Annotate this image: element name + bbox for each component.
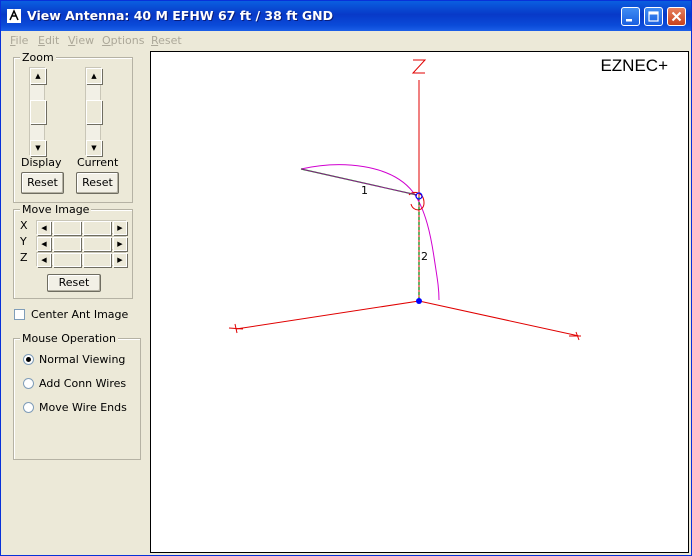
move-y-scrollbar[interactable]: ◀ ▶: [36, 236, 127, 251]
arrow-right-icon: ▶: [117, 256, 123, 264]
current-zoom-down-arrow[interactable]: ▼: [86, 140, 102, 156]
radio-move-wire-ends[interactable]: [23, 402, 34, 413]
mouse-operation-group-label: Mouse Operation: [20, 332, 118, 345]
menu-bar: File Edit View Options Reset: [1, 31, 691, 49]
menu-options-key: O: [102, 34, 111, 47]
move-image-group-label: Move Image: [20, 203, 92, 216]
current-zoom-label: Current: [77, 156, 119, 169]
arrow-right-icon: ▶: [117, 240, 123, 248]
move-z-left-arrow[interactable]: ◀: [37, 253, 51, 267]
display-zoom-reset-button[interactable]: Reset: [21, 172, 64, 194]
display-zoom-label: Display: [21, 156, 62, 169]
z-axis-label: [411, 59, 427, 74]
center-ant-image-checkbox[interactable]: [14, 309, 25, 320]
arrow-left-icon: ◀: [41, 240, 47, 248]
menu-options[interactable]: Options: [102, 34, 144, 47]
ground-point: [416, 298, 422, 304]
center-ant-image-label[interactable]: Center Ant Image: [31, 308, 128, 321]
wire-2-label: 2: [421, 250, 428, 263]
mouse-operation-group: Mouse Operation Normal Viewing Add Conn …: [13, 332, 141, 460]
move-x-label: X: [20, 219, 28, 232]
antenna-app-icon: [7, 9, 21, 23]
arrow-down-icon: ▼: [91, 144, 97, 152]
radio-add-conn-wires[interactable]: [23, 378, 34, 389]
move-z-scrollbar[interactable]: ◀ ▶: [36, 252, 127, 267]
move-y-left-arrow[interactable]: ◀: [37, 237, 51, 251]
menu-reset-rest: eset: [158, 34, 182, 47]
display-zoom-scrollbar[interactable]: ▲ ▼: [29, 67, 46, 156]
move-z-thumb-right[interactable]: [83, 253, 111, 267]
move-x-right-arrow[interactable]: ▶: [113, 221, 127, 235]
move-y-right-arrow[interactable]: ▶: [113, 237, 127, 251]
move-y-thumb[interactable]: [53, 237, 81, 251]
menu-reset[interactable]: Reset: [151, 34, 182, 47]
x-axis-left-label: [228, 323, 244, 334]
move-y-thumb-right[interactable]: [83, 237, 111, 251]
antenna-drawing: [228, 59, 581, 341]
minimize-button[interactable]: [621, 7, 640, 26]
arrow-up-icon: ▲: [35, 72, 41, 80]
move-x-thumb-right[interactable]: [83, 221, 111, 235]
move-image-group: Move Image X ◀ ▶ Y ◀ ▶ Z ◀ ▶ Reset: [13, 203, 133, 299]
menu-edit[interactable]: Edit: [38, 34, 59, 47]
antenna-view-canvas[interactable]: EZNEC+ 1 2: [150, 51, 689, 553]
move-x-left-arrow[interactable]: ◀: [37, 221, 51, 235]
move-x-scrollbar[interactable]: ◀ ▶: [36, 220, 127, 235]
maximize-icon: [648, 11, 659, 22]
y-axis-right: [418, 300, 580, 337]
close-icon: [671, 11, 682, 22]
wire-1-segment: [300, 168, 418, 196]
menu-options-rest: ptions: [110, 34, 145, 47]
menu-edit-key: E: [38, 34, 45, 47]
current-zoom-reset-button[interactable]: Reset: [76, 172, 119, 194]
radio-normal-viewing-label[interactable]: Normal Viewing: [39, 353, 125, 366]
radio-move-wire-ends-label[interactable]: Move Wire Ends: [39, 401, 127, 414]
control-panel: Zoom ▲ ▼ ▲ ▼ Display Current Reset Reset…: [1, 49, 149, 555]
arrow-right-icon: ▶: [117, 224, 123, 232]
zoom-group: Zoom ▲ ▼ ▲ ▼ Display Current Reset Reset: [13, 51, 133, 203]
arrow-up-icon: ▲: [91, 72, 97, 80]
display-zoom-thumb[interactable]: [30, 100, 46, 124]
current-zoom-scrollbar[interactable]: ▲ ▼: [85, 67, 102, 156]
menu-view[interactable]: View: [68, 34, 94, 47]
window-title: View Antenna: 40 M EFHW 67 ft / 38 ft GN…: [27, 8, 333, 23]
title-bar[interactable]: View Antenna: 40 M EFHW 67 ft / 38 ft GN…: [1, 1, 691, 31]
arrow-left-icon: ◀: [41, 224, 47, 232]
radio-add-conn-wires-label[interactable]: Add Conn Wires: [39, 377, 126, 390]
arrow-left-icon: ◀: [41, 256, 47, 264]
minimize-icon: [626, 19, 632, 22]
move-z-right-arrow[interactable]: ▶: [113, 253, 127, 267]
wire-1-label: 1: [361, 184, 368, 197]
current-zoom-thumb[interactable]: [86, 100, 102, 124]
y-axis-right-label: [569, 331, 581, 341]
maximize-button[interactable]: [644, 7, 663, 26]
move-image-reset-button[interactable]: Reset: [47, 274, 101, 292]
display-zoom-up-arrow[interactable]: ▲: [30, 68, 46, 84]
menu-file[interactable]: File: [10, 34, 28, 47]
move-z-thumb[interactable]: [53, 253, 81, 267]
menu-view-rest: iew: [75, 34, 95, 47]
view-antenna-window: View Antenna: 40 M EFHW 67 ft / 38 ft GN…: [0, 0, 692, 556]
radio-normal-viewing[interactable]: [23, 354, 34, 365]
move-z-label: Z: [20, 251, 28, 264]
display-zoom-down-arrow[interactable]: ▼: [30, 140, 46, 156]
menu-file-rest: ile: [15, 34, 29, 47]
move-y-label: Y: [20, 235, 27, 248]
close-button[interactable]: [667, 7, 686, 26]
current-zoom-up-arrow[interactable]: ▲: [86, 68, 102, 84]
menu-edit-rest: dit: [44, 34, 60, 47]
move-x-thumb[interactable]: [53, 221, 81, 235]
arrow-down-icon: ▼: [35, 144, 41, 152]
x-axis-left: [235, 300, 420, 330]
zoom-group-label: Zoom: [20, 51, 56, 64]
